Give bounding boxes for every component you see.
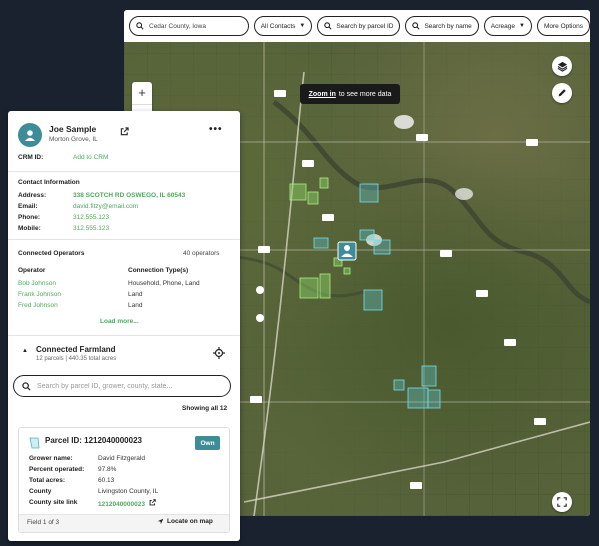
location-value: Cedar County, Iowa xyxy=(149,22,206,30)
layers-button[interactable] xyxy=(552,56,572,76)
acreage-label: Acreage xyxy=(490,22,516,30)
parcel-id-title: Parcel ID: 1212040000023 xyxy=(45,436,142,445)
fullscreen-icon xyxy=(557,497,567,507)
search-icon xyxy=(22,381,31,391)
field-counter: Field 1 of 3 xyxy=(27,519,60,526)
county-site-link[interactable]: 1212040000023 xyxy=(98,499,156,508)
contact-panel: Joe Sample Morton Grove, IL ••• CRM ID: … xyxy=(8,111,240,541)
cloud xyxy=(455,188,473,200)
address-value[interactable]: 338 SCOTCH RD OSWEGO, IL 60543 xyxy=(73,192,185,199)
farmland-search-input[interactable] xyxy=(37,382,217,390)
percent-label: Percent operated: xyxy=(29,466,85,473)
operator-column-header: Operator xyxy=(18,267,46,274)
phone-label: Phone: xyxy=(18,214,41,221)
parcel-footer: Field 1 of 3 Locate on map xyxy=(19,514,229,532)
highway xyxy=(243,421,590,503)
fullscreen-button[interactable] xyxy=(552,492,572,512)
chevron-down-icon: ▼ xyxy=(519,23,525,29)
farmland-title: Connected Farmland xyxy=(36,345,116,354)
search-name-label: Search by name xyxy=(424,22,472,30)
operators-count: 40 operators xyxy=(183,250,220,257)
county-value: Livingston County, IL xyxy=(98,488,159,495)
ownership-badge: Own xyxy=(195,436,220,450)
more-options-label: More Options xyxy=(543,22,583,30)
divider xyxy=(8,335,240,336)
operator-types: Land xyxy=(128,302,143,309)
phone-value[interactable]: 312.555.123 xyxy=(73,214,109,221)
farmland-subtitle: 12 parcels | 440.35 total acres xyxy=(36,356,117,362)
crm-label: CRM ID: xyxy=(18,154,44,161)
draw-button[interactable] xyxy=(552,83,572,103)
parcel-card[interactable]: Parcel ID: 1212040000023 Own Grower name… xyxy=(18,427,230,533)
user-icon xyxy=(25,130,35,141)
navigation-arrow-icon xyxy=(157,518,164,525)
operator-types: Land xyxy=(128,291,143,298)
all-contacts-dropdown[interactable]: All Contacts ▼ xyxy=(253,16,313,36)
search-name-button[interactable]: Search by name xyxy=(405,16,479,36)
external-link-icon[interactable] xyxy=(120,123,129,141)
locate-on-map-button[interactable]: Locate on map xyxy=(157,518,213,525)
site-link-label: County site link xyxy=(29,499,78,506)
address-label: Address: xyxy=(18,192,47,199)
contact-city: Morton Grove, IL xyxy=(49,136,98,143)
email-label: Email: xyxy=(18,203,38,210)
zoom-hint-strong[interactable]: Zoom in xyxy=(309,91,336,98)
divider xyxy=(8,239,240,240)
layers-icon xyxy=(557,61,567,72)
search-icon xyxy=(136,22,144,30)
external-link-icon xyxy=(149,499,156,506)
cloud xyxy=(394,115,414,129)
road-shields xyxy=(250,90,546,489)
more-options-icon[interactable]: ••• xyxy=(209,124,223,135)
avatar xyxy=(18,123,42,147)
search-parcel-label: Search by parcel ID xyxy=(336,22,394,30)
add-to-crm-link[interactable]: Add to CRM xyxy=(73,154,108,161)
contact-name: Joe Sample xyxy=(49,124,97,134)
county-label: County xyxy=(29,488,52,495)
search-icon xyxy=(412,22,421,30)
operator-name[interactable]: Bob Johnson xyxy=(18,280,56,287)
more-options-button[interactable]: More Options xyxy=(536,16,590,36)
showing-count: Showing all 12 xyxy=(182,405,228,412)
operators-title: Connected Operators xyxy=(18,250,85,257)
highway xyxy=(253,71,305,516)
site-link-value: 1212040000023 xyxy=(98,501,145,508)
email-value[interactable]: david.fitzy@email.com xyxy=(73,203,138,210)
percent-value: 97.8% xyxy=(98,466,117,473)
river xyxy=(272,100,590,305)
zoom-in-button[interactable]: + xyxy=(132,82,152,104)
search-icon xyxy=(324,22,332,30)
connection-types-header: Connection Type(s) xyxy=(128,267,189,274)
operator-name[interactable]: Fred Johnson xyxy=(18,302,58,309)
load-more-button[interactable]: Load more... xyxy=(100,318,139,325)
acres-label: Total acres: xyxy=(29,477,66,484)
collapse-arrow-icon[interactable]: ▲ xyxy=(22,348,28,354)
grower-value: David Fitzgerald xyxy=(98,455,145,462)
zoom-hint-tooltip: Zoom in to see more data xyxy=(300,84,400,104)
crosshair-icon[interactable] xyxy=(213,346,225,364)
pencil-icon xyxy=(558,89,566,97)
mobile-value[interactable]: 312.555.123 xyxy=(73,225,109,232)
divider xyxy=(8,171,240,172)
parcel-shape-icon xyxy=(29,436,40,454)
mobile-label: Mobile: xyxy=(18,225,41,232)
locate-label: Locate on map xyxy=(167,518,213,525)
farmland-search[interactable] xyxy=(13,375,231,397)
all-contacts-label: All Contacts xyxy=(260,22,296,30)
zoom-hint-text: to see more data xyxy=(338,90,392,98)
acres-value: 60.13 xyxy=(98,477,115,484)
chevron-down-icon: ▼ xyxy=(299,23,306,29)
contact-info-title: Contact Information xyxy=(18,179,80,186)
location-search[interactable]: Cedar County, Iowa xyxy=(129,16,249,36)
contact-location-pin[interactable] xyxy=(337,241,357,261)
operator-types: Household, Phone, Land xyxy=(128,280,200,287)
operator-name[interactable]: Frank Johnson xyxy=(18,291,61,298)
acreage-dropdown[interactable]: Acreage ▼ xyxy=(483,16,532,36)
map-toolbar: Cedar County, Iowa All Contacts ▼ Search… xyxy=(124,10,590,42)
search-parcel-button[interactable]: Search by parcel ID xyxy=(317,16,401,36)
grower-label: Grower name: xyxy=(29,455,73,462)
